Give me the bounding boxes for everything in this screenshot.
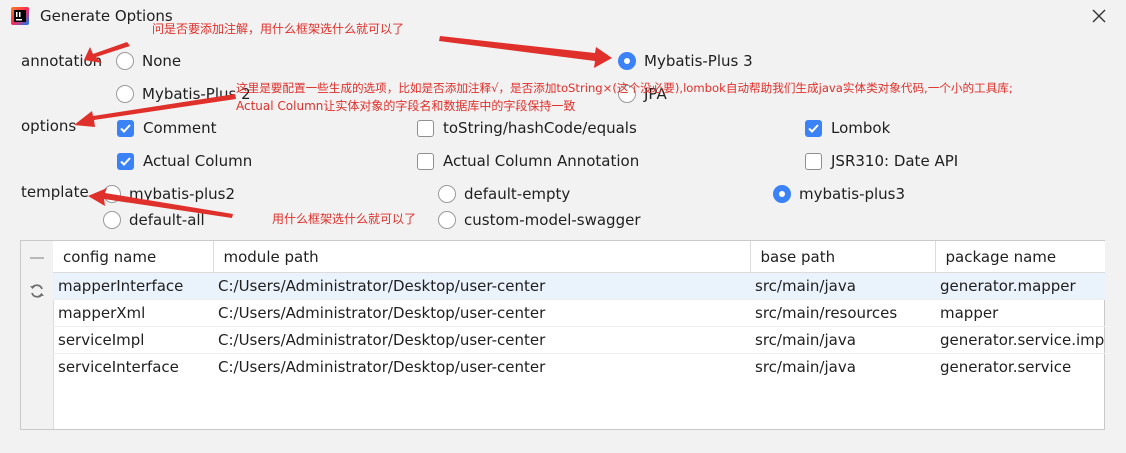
radio-label: custom-model-swagger	[464, 211, 641, 229]
checkbox-box	[417, 152, 434, 170]
table-cell[interactable]: C:/Users/Administrator/Desktop/user-cent…	[213, 326, 750, 354]
table-cell[interactable]: generator.service.impl	[935, 326, 1105, 354]
options-note-line2: Actual Column让实体对象的字段名和数据库中的字段保持一致	[236, 99, 576, 113]
close-button[interactable]	[1086, 4, 1112, 28]
column-header[interactable]: package name	[935, 241, 1105, 273]
table-cell[interactable]: serviceImpl	[53, 326, 213, 354]
template-default-all-radio[interactable]: default-all	[103, 211, 205, 229]
table-cell[interactable]: C:/Users/Administrator/Desktop/user-cent…	[213, 353, 750, 380]
table-cell[interactable]: mapperXml	[53, 299, 213, 327]
checkbox-box	[117, 152, 134, 170]
template-custom-model-swagger-radio[interactable]: custom-model-swagger	[438, 211, 640, 229]
refresh-icon[interactable]	[29, 283, 45, 303]
radio-label: default-empty	[464, 185, 571, 203]
table-cell[interactable]: serviceInterface	[53, 353, 213, 380]
annotation-mybatis-plus3-radio[interactable]: Mybatis-Plus 3	[618, 52, 753, 70]
table-cell[interactable]: C:/Users/Administrator/Desktop/user-cent…	[213, 299, 750, 327]
close-icon	[1092, 9, 1106, 23]
tostring-hashcode-equals-checkbox[interactable]: toString/hashCode/equals	[417, 119, 637, 137]
table-cell[interactable]: src/main/resources	[750, 299, 935, 327]
annotation-note: 问是否要添加注解，用什么框架选什么就可以了	[152, 22, 405, 36]
actual-column-annotation-checkbox[interactable]: Actual Column Annotation	[417, 152, 639, 170]
table-cell[interactable]: mapper	[935, 299, 1105, 327]
checkbox-box	[805, 119, 822, 137]
radio-label: None	[142, 52, 182, 70]
radio-label: mybatis-plus2	[129, 185, 236, 203]
table-cell[interactable]: generator.service	[935, 353, 1105, 380]
table-header-row: config name module path base path packag…	[53, 241, 1105, 273]
table-cell[interactable]: generator.mapper	[935, 272, 1105, 300]
table-row[interactable]: mapperXml C:/Users/Administrator/Desktop…	[53, 299, 1105, 327]
options-note-line1: 这里是要配置一些生成的选项，比如是否添加注释√，是否添加toString×(这个…	[236, 81, 1013, 95]
radio-circle	[438, 185, 456, 203]
radio-label: Mybatis-Plus 3	[644, 52, 753, 70]
checkbox-label: Comment	[143, 119, 217, 137]
options-label: options	[21, 117, 77, 135]
table-cell[interactable]: mapperInterface	[53, 272, 213, 300]
jsr310-date-api-checkbox[interactable]: JSR310: Date API	[805, 152, 958, 170]
table-toolbar	[21, 241, 54, 429]
actual-column-checkbox[interactable]: Actual Column	[117, 152, 252, 170]
annotation-none-radio[interactable]: None	[116, 52, 181, 70]
checkbox-label: Actual Column Annotation	[443, 152, 640, 170]
checkbox-label: JSR310: Date API	[831, 152, 959, 170]
radio-label: mybatis-plus3	[799, 185, 906, 203]
radio-circle	[103, 211, 121, 229]
radio-circle	[116, 85, 134, 103]
template-note: 用什么框架选什么就可以了	[272, 212, 417, 226]
template-label: template	[21, 183, 89, 201]
annotation-mybatis-plus2-radio[interactable]: Mybatis-Plus 2	[116, 85, 251, 103]
table-row[interactable]: serviceInterface C:/Users/Administrator/…	[53, 353, 1105, 380]
radio-circle	[618, 52, 636, 70]
column-header[interactable]: module path	[213, 241, 751, 273]
lombok-checkbox[interactable]: Lombok	[805, 119, 890, 137]
checkbox-box	[805, 152, 822, 170]
radio-circle	[103, 185, 121, 203]
template-mybatis-plus2-radio[interactable]: mybatis-plus2	[103, 185, 235, 203]
checkbox-box	[417, 119, 434, 137]
checkbox-label: Lombok	[831, 119, 891, 137]
column-header[interactable]: base path	[750, 241, 936, 273]
radio-circle	[116, 52, 134, 70]
table-row[interactable]: mapperInterface C:/Users/Administrator/D…	[53, 272, 1105, 300]
template-mybatis-plus3-radio[interactable]: mybatis-plus3	[773, 185, 905, 203]
config-table: config name module path base path packag…	[53, 241, 1105, 380]
table-row[interactable]: serviceImpl C:/Users/Administrator/Deskt…	[53, 326, 1105, 354]
comment-checkbox[interactable]: Comment	[117, 119, 217, 137]
column-header[interactable]: config name	[53, 241, 214, 273]
checkbox-label: toString/hashCode/equals	[443, 119, 637, 137]
table-cell[interactable]: src/main/java	[750, 326, 935, 354]
annotation-label: annotation	[21, 52, 103, 70]
radio-circle	[438, 211, 456, 229]
radio-label: Mybatis-Plus 2	[142, 85, 251, 103]
minus-icon[interactable]	[30, 257, 44, 259]
config-table-panel: config name module path base path packag…	[20, 240, 1105, 430]
intellij-idea-icon	[10, 6, 30, 26]
table-cell[interactable]: src/main/java	[750, 272, 935, 300]
checkbox-label: Actual Column	[143, 152, 253, 170]
radio-circle	[773, 185, 791, 203]
radio-label: default-all	[129, 211, 205, 229]
table-cell[interactable]: C:/Users/Administrator/Desktop/user-cent…	[213, 272, 750, 300]
table-cell[interactable]: src/main/java	[750, 353, 935, 380]
checkbox-box	[117, 119, 134, 137]
template-default-empty-radio[interactable]: default-empty	[438, 185, 570, 203]
